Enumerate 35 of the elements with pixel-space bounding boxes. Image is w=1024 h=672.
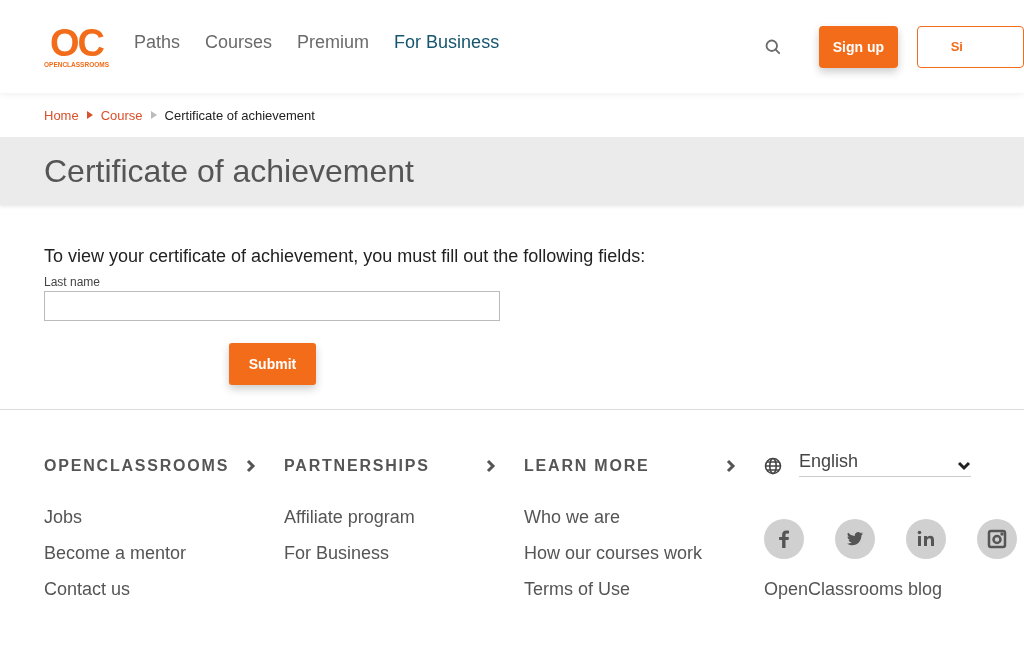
footer-link[interactable]: For Business xyxy=(284,535,390,571)
footer-link[interactable]: Terms of Use xyxy=(524,571,631,607)
footer-link[interactable]: Affiliate program xyxy=(284,499,415,535)
chevron-icon[interactable] xyxy=(246,459,256,473)
chevron-icon[interactable] xyxy=(486,459,496,473)
breadcrumb-link[interactable]: Course xyxy=(100,107,143,123)
nav-link[interactable]: Premium xyxy=(297,32,370,53)
triangle-icon xyxy=(86,111,93,119)
chevron-icon[interactable] xyxy=(726,459,736,473)
globe-icon xyxy=(764,457,782,475)
footer-link[interactable]: How our courses work xyxy=(524,535,703,571)
page-title: Certificate of achievement xyxy=(44,152,414,190)
language-select[interactable]: English xyxy=(799,451,971,477)
footer-link[interactable]: Who we are xyxy=(524,499,621,535)
nav-link[interactable]: Paths xyxy=(134,32,181,53)
triangle-icon xyxy=(150,111,157,119)
caret-icon xyxy=(957,460,971,471)
footer-link[interactable]: Contact us xyxy=(44,571,131,607)
footer-heading: OPENCLASSROOMS xyxy=(44,457,230,475)
footer-link[interactable]: Jobs xyxy=(44,499,83,535)
nav-link[interactable]: For Business xyxy=(394,32,500,53)
bird-icon[interactable] xyxy=(835,519,875,559)
blog-link[interactable]: OpenClassrooms blog xyxy=(764,571,943,607)
facebook-icon[interactable] xyxy=(764,519,804,559)
footer-heading: LEARN MORE xyxy=(524,457,650,475)
intro-text: To view your certificate of achievement, you must fill out the following fields: xyxy=(44,246,646,267)
breadcrumb-current: Certificate of achievement xyxy=(164,107,315,123)
footer-link[interactable]: Become a mentor xyxy=(44,535,187,571)
linkedin-icon[interactable] xyxy=(906,519,946,559)
field-label: Last name xyxy=(44,275,101,289)
nav-link[interactable]: Courses xyxy=(205,32,273,53)
breadcrumb-link[interactable]: Home xyxy=(44,107,79,123)
instagram-icon[interactable] xyxy=(977,519,1017,559)
footer-heading: PARTNERSHIPS xyxy=(284,457,430,475)
last-name-field[interactable] xyxy=(44,291,500,321)
